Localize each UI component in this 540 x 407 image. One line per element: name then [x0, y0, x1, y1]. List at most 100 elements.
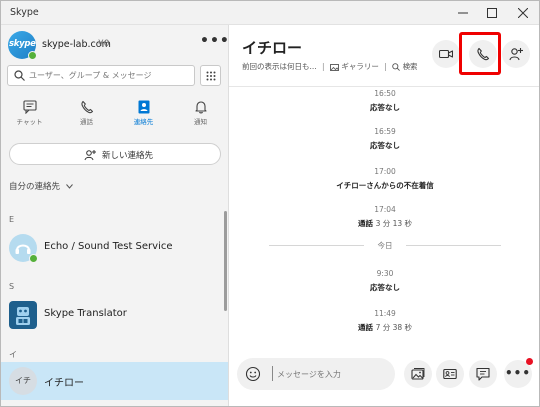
call-event: 16:50 応答なし — [229, 89, 539, 113]
contact-item-ichiro[interactable]: イチ イチロー — [1, 362, 228, 400]
contacts-icon — [138, 100, 149, 114]
search-icon — [14, 70, 25, 81]
send-sms-button[interactable] — [469, 360, 497, 388]
nav-tabs: チャット 通話 連絡先 通知 — [1, 97, 228, 133]
tab-chats[interactable]: チャット — [1, 97, 58, 133]
message-time: 16:50 — [374, 89, 396, 98]
tab-calls-label: 通話 — [80, 118, 93, 126]
add-contact-icon — [84, 150, 96, 161]
my-contacts-filter[interactable]: 自分の連絡先 — [9, 180, 73, 192]
call-event: 16:59 応答なし — [229, 127, 539, 151]
message-time: 17:04 — [374, 205, 396, 214]
add-person-icon — [509, 48, 523, 61]
minimize-button[interactable] — [448, 3, 478, 23]
text-caret — [272, 366, 273, 381]
new-contact-label: 新しい連絡先 — [102, 151, 154, 161]
message-text: 応答なし — [370, 103, 400, 112]
message-time: 17:00 — [374, 167, 396, 176]
tab-contacts-label: 連絡先 — [133, 118, 154, 126]
message-text: 通話 — [357, 323, 373, 332]
video-camera-icon — [439, 49, 453, 59]
call-event: 17:04 通話 3 分 13 秒 — [229, 205, 539, 229]
search-link[interactable]: 検索 — [403, 62, 418, 71]
bell-icon — [194, 101, 207, 114]
close-icon — [517, 7, 529, 19]
call-duration: 3 分 13 秒 — [375, 219, 413, 228]
contact-item-echo[interactable]: Echo / Sound Test Service — [1, 229, 228, 267]
emoji-icon[interactable] — [245, 366, 261, 382]
my-contacts-label: 自分の連絡先 — [9, 182, 61, 192]
phone-icon — [80, 100, 93, 114]
echo-avatar — [9, 234, 38, 263]
online-status-dot — [28, 51, 37, 60]
section-letter-i: イ — [9, 350, 17, 359]
minimize-icon — [458, 12, 468, 14]
translator-avatar — [9, 301, 37, 329]
call-event: 11:49 通話 7 分 38 秒 — [229, 309, 539, 333]
more-icon: ••• — [504, 366, 531, 380]
send-contact-button[interactable] — [436, 360, 464, 388]
contact-name: イチロー — [44, 378, 84, 389]
contact-item-skype-translator[interactable]: Skype Translator — [1, 296, 228, 334]
chevron-down-icon — [65, 184, 73, 189]
message-time: 16:59 — [374, 127, 396, 136]
online-status-dot — [29, 254, 38, 263]
message-text: 応答なし — [370, 283, 400, 292]
search-icon — [392, 63, 401, 71]
sidebar: skype skype-lab.com ¥0 ••• ユーザー、グループ & メ… — [1, 25, 229, 406]
message-body: 通話 7 分 38 秒 — [229, 322, 539, 333]
maximize-icon — [487, 8, 497, 18]
message-body: 通話 3 分 13 秒 — [229, 218, 539, 229]
profile-avatar[interactable]: skype — [8, 31, 37, 60]
message-input[interactable] — [277, 367, 387, 381]
contact-name: Echo / Sound Test Service — [44, 241, 173, 252]
chat-panel: イチロー 前回の表示は何日も... | ギャラリー | 検索 16:50 応答な… — [229, 25, 539, 406]
skype-window: Skype skype skype-lab.com ¥0 ••• ユーザー、グル… — [0, 0, 540, 407]
chat-title[interactable]: イチロー — [242, 37, 302, 58]
more-actions-button[interactable]: ••• — [504, 358, 533, 388]
tab-calls[interactable]: 通話 — [58, 97, 115, 133]
message-time: 9:30 — [376, 269, 394, 278]
image-icon — [411, 368, 425, 380]
section-letter-e: E — [9, 215, 15, 224]
send-media-button[interactable] — [404, 360, 432, 388]
last-seen-text: 前回の表示は何日も... — [242, 62, 317, 71]
tab-contacts[interactable]: 連絡先 — [115, 97, 172, 133]
call-event: 9:30 応答なし — [229, 269, 539, 293]
new-contact-button[interactable]: 新しい連絡先 — [9, 143, 221, 165]
account-credit[interactable]: ¥0 — [98, 39, 109, 49]
message-text: イチローさんからの不在着信 — [336, 181, 434, 190]
ichiro-avatar: イチ — [9, 367, 37, 395]
window-title: Skype — [10, 7, 39, 18]
close-button[interactable] — [508, 3, 538, 23]
tab-notifications[interactable]: 通知 — [172, 97, 228, 133]
add-participant-button[interactable] — [502, 40, 530, 68]
search-box[interactable] — [7, 65, 195, 86]
video-call-button[interactable] — [432, 40, 460, 68]
notification-dot — [526, 358, 533, 365]
more-options-button[interactable]: ••• — [200, 33, 228, 49]
contact-name: Skype Translator — [44, 308, 127, 319]
dialpad-button[interactable] — [200, 65, 221, 86]
gallery-link[interactable]: ギャラリー — [341, 62, 379, 71]
message-list: 16:50 応答なし 16:59 応答なし 17:00 イチローさんからの不在着… — [229, 87, 539, 357]
dialpad-icon — [206, 71, 216, 81]
message-text: 応答なし — [370, 141, 400, 150]
message-composer[interactable] — [237, 358, 395, 390]
message-text: 通話 — [357, 219, 373, 228]
call-event: 17:00 イチローさんからの不在着信 — [229, 167, 539, 191]
message-time: 11:49 — [374, 309, 396, 318]
chat-subtitle: 前回の表示は何日も... | ギャラリー | 検索 — [242, 62, 418, 71]
date-divider: 今日 — [269, 240, 501, 250]
call-duration: 7 分 38 秒 — [375, 323, 413, 332]
robot-icon — [16, 307, 30, 325]
sidebar-scrollbar[interactable] — [224, 211, 227, 311]
search-input[interactable] — [29, 68, 189, 83]
contact-card-icon — [443, 368, 457, 380]
title-bar: Skype — [1, 1, 539, 25]
gallery-icon — [330, 63, 339, 71]
profile-avatar-text: skype — [9, 39, 36, 49]
tab-chats-label: チャット — [16, 118, 43, 126]
message-bubble-icon — [476, 367, 490, 381]
maximize-button[interactable] — [477, 3, 507, 23]
